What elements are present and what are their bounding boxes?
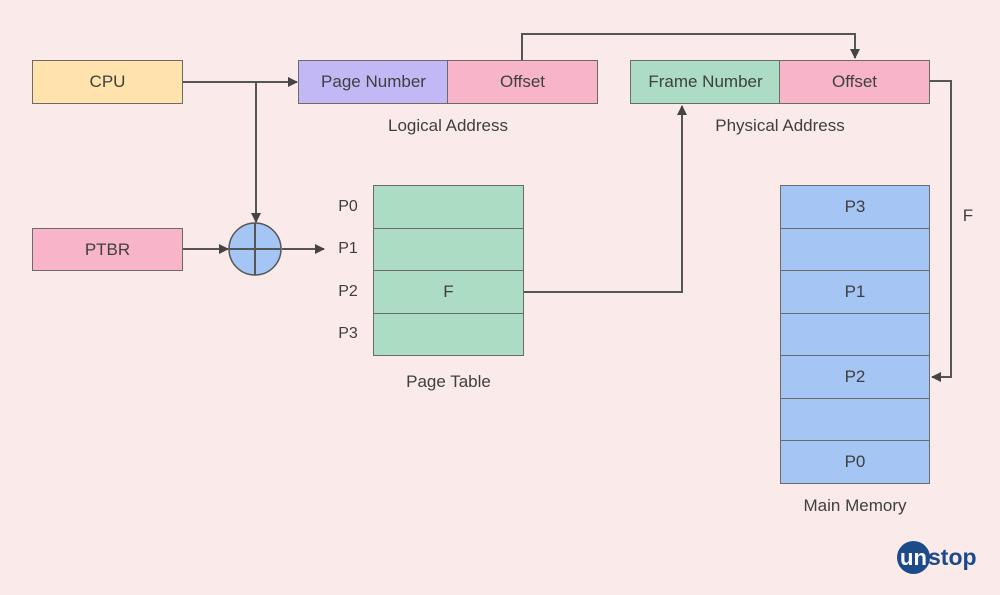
- frame-number-label: Frame Number: [648, 72, 763, 91]
- page-number-label: Page Number: [321, 72, 426, 91]
- memory-frame: P1: [781, 271, 929, 314]
- cpu-label: CPU: [89, 72, 126, 91]
- page-table-row-label: P0: [338, 198, 358, 215]
- physical-offset-box: Offset: [779, 60, 930, 104]
- offset-copy-arrow: [521, 33, 860, 60]
- memory-frame: P3: [781, 186, 929, 229]
- logo-circle: un: [897, 541, 930, 574]
- page-table-row: [374, 186, 523, 229]
- page-table-row-label: P2: [338, 283, 358, 300]
- logo-text: stop: [928, 544, 977, 570]
- memory-frame: P0: [844, 452, 866, 471]
- memory-frame: [781, 229, 929, 271]
- page-table-caption: Page Table: [406, 372, 491, 391]
- unstop-logo: un stop: [897, 541, 977, 574]
- physical-to-memory-arrow: [930, 80, 952, 382]
- cpu-box: CPU: [32, 60, 183, 104]
- memory-frame: P2: [781, 356, 929, 399]
- page-table-row: F: [374, 271, 523, 314]
- logical-address-caption: Logical Address: [387, 116, 509, 135]
- memory-frame: [781, 399, 929, 441]
- page-table-row-label: P1: [338, 240, 358, 257]
- memory-frame: [781, 314, 929, 356]
- page-table-row: [374, 229, 523, 271]
- ptbr-box: PTBR: [32, 228, 183, 271]
- main-memory-caption: Main Memory: [803, 496, 907, 515]
- main-memory: P3 P1 P2 P0: [780, 185, 930, 484]
- frame-arrow-label: F: [962, 206, 974, 225]
- page-number-box: Page Number: [298, 60, 449, 104]
- page-table-row-label: P3: [338, 325, 358, 342]
- frame-number-box: Frame Number: [630, 60, 781, 104]
- ptbr-label: PTBR: [84, 239, 131, 259]
- page-table-row: [374, 314, 523, 357]
- logical-offset-label: Offset: [499, 72, 546, 91]
- logical-offset-box: Offset: [447, 60, 598, 104]
- page-table: F: [373, 185, 524, 356]
- physical-address-caption: Physical Address: [715, 116, 845, 135]
- physical-offset-label: Offset: [831, 72, 878, 91]
